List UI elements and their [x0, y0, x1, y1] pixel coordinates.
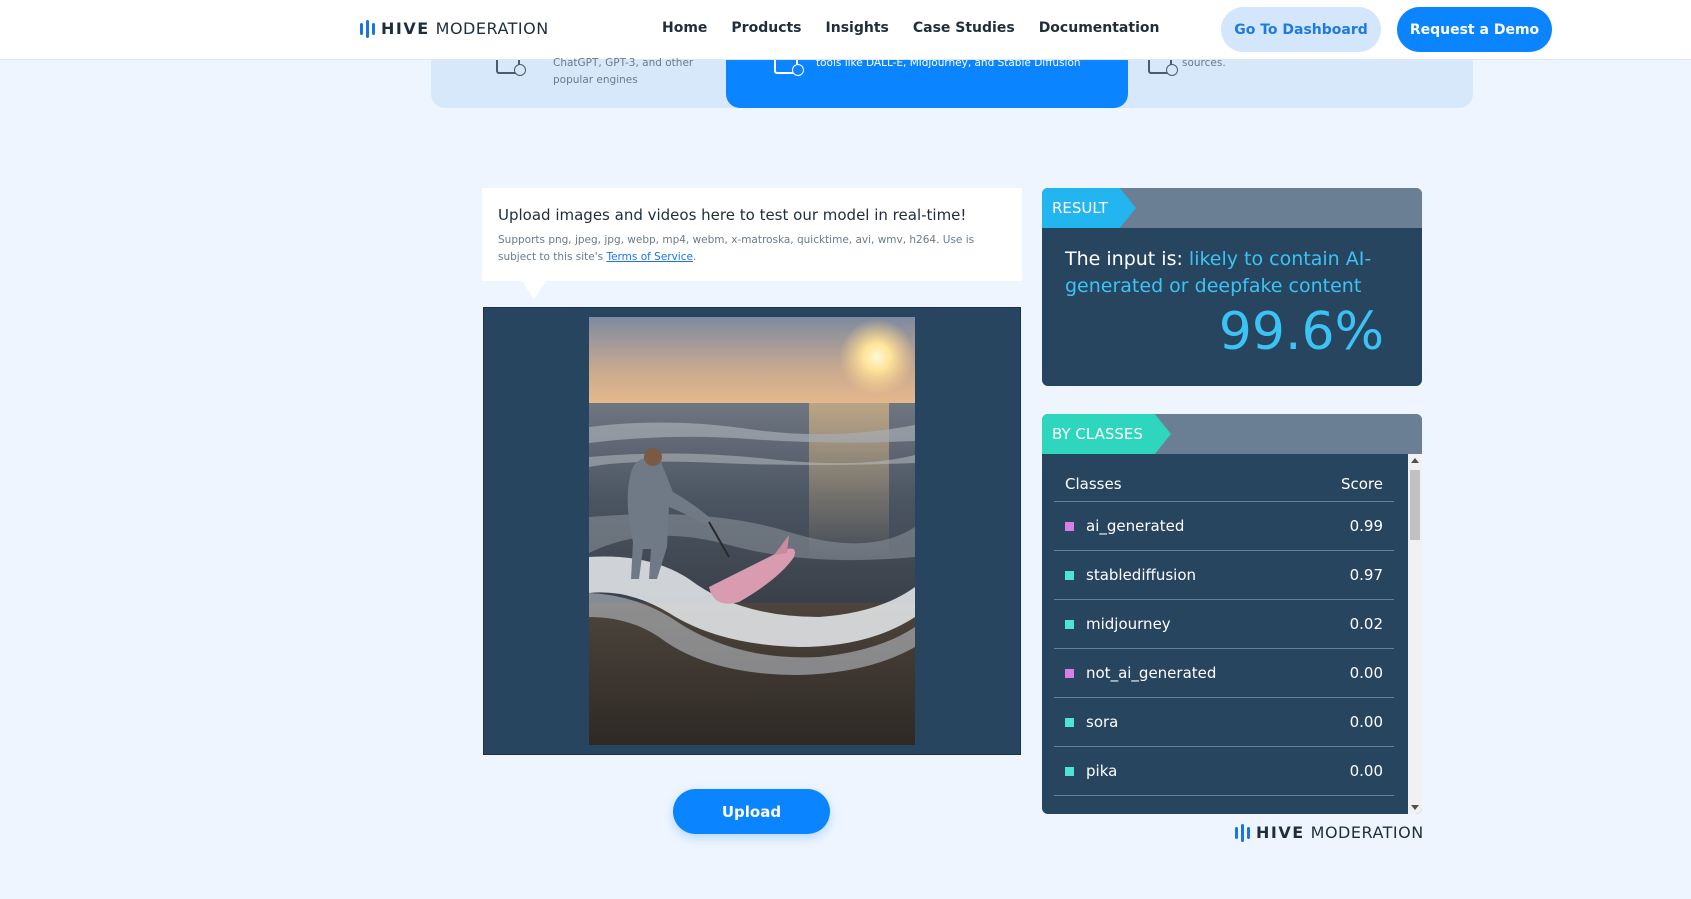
terms-suffix: . — [692, 251, 697, 263]
footer-hive-logo[interactable]: HIVE MODERATION — [1235, 823, 1424, 842]
scroll-down-arrow-icon[interactable] — [1411, 805, 1419, 810]
classes-table: Classes Score ai_generated 0.99 stablediff… — [1054, 466, 1394, 796]
hive-logo-icon — [360, 19, 375, 38]
col-score: Score — [1340, 474, 1383, 493]
upload-prompt-supports: Supports png, jpeg, jpg, webp, mp4, webm… — [498, 232, 1006, 266]
col-classes: Classes — [1065, 474, 1122, 493]
class-label: pika — [1086, 762, 1118, 780]
feature-card-other-desc: sources. — [1182, 57, 1226, 69]
feature-card-other[interactable]: sources. — [1128, 57, 1428, 108]
class-color-swatch — [1065, 766, 1074, 776]
class-name: sora — [1065, 713, 1118, 731]
top-navbar: HIVE MODERATION Home Products Insights C… — [0, 0, 1691, 60]
class-color-swatch — [1065, 717, 1074, 727]
class-score: 0.00 — [1349, 762, 1383, 780]
class-row: ai_generated 0.99 — [1054, 502, 1394, 551]
feature-card-text-desc: ChatGPT, GPT-3, and other popular engine… — [553, 57, 694, 86]
scroll-thumb[interactable] — [1410, 470, 1420, 540]
feature-card-text[interactable]: ChatGPT, GPT-3, and other popular engine… — [476, 57, 726, 108]
hive-logo[interactable]: HIVE MODERATION — [360, 19, 549, 38]
nav-home[interactable]: Home — [662, 20, 707, 36]
monitor-check-icon — [774, 60, 804, 76]
scroll-up-arrow-icon[interactable] — [1411, 458, 1419, 463]
class-score: 0.02 — [1349, 615, 1383, 633]
class-score: 0.97 — [1349, 566, 1383, 584]
nav-case-studies[interactable]: Case Studies — [913, 20, 1015, 36]
feature-card-image-desc: tools like DALL-E, Midjourney, and Stabl… — [816, 57, 1081, 69]
upload-button[interactable]: Upload — [673, 789, 830, 834]
result-prefix: The input is: — [1065, 248, 1189, 270]
by-classes-tag: BY CLASSES — [1042, 414, 1171, 454]
logo-text-light: MODERATION — [1310, 823, 1424, 842]
result-panel: RESULT The input is: likely to contain A… — [1042, 188, 1422, 386]
result-verdict: The input is: likely to contain AI-gener… — [1065, 246, 1395, 300]
class-label: stablediffusion — [1086, 566, 1197, 584]
class-row: sora 0.00 — [1054, 698, 1394, 747]
feature-card-image[interactable]: tools like DALL-E, Midjourney, and Stabl… — [726, 57, 1128, 108]
request-demo-button[interactable]: Request a Demo — [1397, 7, 1552, 52]
by-classes-panel: BY CLASSES Classes Score ai_generated 0.9… — [1042, 414, 1422, 814]
class-name: midjourney — [1065, 615, 1171, 633]
class-color-swatch — [1065, 570, 1074, 580]
upload-prompt: Upload images and videos here to test ou… — [482, 188, 1022, 299]
class-label: midjourney — [1086, 615, 1171, 633]
class-color-swatch — [1065, 521, 1074, 531]
supported-formats-text: Supports png, jpeg, jpg, webp, mp4, webm… — [498, 234, 975, 263]
nav-products[interactable]: Products — [731, 20, 801, 36]
logo-text-bold: HIVE — [381, 19, 430, 38]
class-label: not_ai_generated — [1086, 664, 1217, 682]
class-name: ai_generated — [1065, 517, 1184, 535]
logo-text-bold: HIVE — [1256, 823, 1305, 842]
class-name: not_ai_generated — [1065, 664, 1216, 682]
upload-prompt-title: Upload images and videos here to test ou… — [498, 206, 967, 224]
hive-logo-icon — [1235, 823, 1250, 842]
class-label: ai_generated — [1086, 517, 1185, 535]
class-score: 0.99 — [1349, 517, 1383, 535]
go-to-dashboard-button[interactable]: Go To Dashboard — [1221, 7, 1381, 52]
uploaded-image — [589, 317, 915, 745]
class-name: pika — [1065, 762, 1117, 780]
class-name: stablediffusion — [1065, 566, 1196, 584]
class-label: sora — [1086, 713, 1119, 731]
class-color-swatch — [1065, 668, 1074, 678]
nav-insights[interactable]: Insights — [826, 20, 889, 36]
image-preview-panel — [483, 307, 1021, 755]
nav-documentation[interactable]: Documentation — [1039, 20, 1160, 36]
feature-strip: ChatGPT, GPT-3, and other popular engine… — [431, 57, 1473, 108]
class-row: stablediffusion 0.97 — [1054, 551, 1394, 600]
result-tag: RESULT — [1042, 188, 1136, 228]
terms-of-service-link[interactable]: Terms of Service — [606, 251, 693, 263]
main-nav: Home Products Insights Case Studies Docu… — [662, 20, 1159, 36]
class-color-swatch — [1065, 619, 1074, 629]
class-row: midjourney 0.02 — [1054, 600, 1394, 649]
classes-scrollbar[interactable] — [1408, 454, 1422, 814]
monitor-check-icon — [1148, 60, 1178, 76]
classes-table-header: Classes Score — [1054, 466, 1394, 502]
class-row: pika 0.00 — [1054, 747, 1394, 796]
logo-text-light: MODERATION — [435, 19, 549, 38]
class-score: 0.00 — [1349, 713, 1383, 731]
result-percentage: 99.6% — [1218, 302, 1384, 362]
class-score: 0.00 — [1349, 664, 1383, 682]
monitor-check-icon — [496, 60, 526, 76]
class-row: not_ai_generated 0.00 — [1054, 649, 1394, 698]
